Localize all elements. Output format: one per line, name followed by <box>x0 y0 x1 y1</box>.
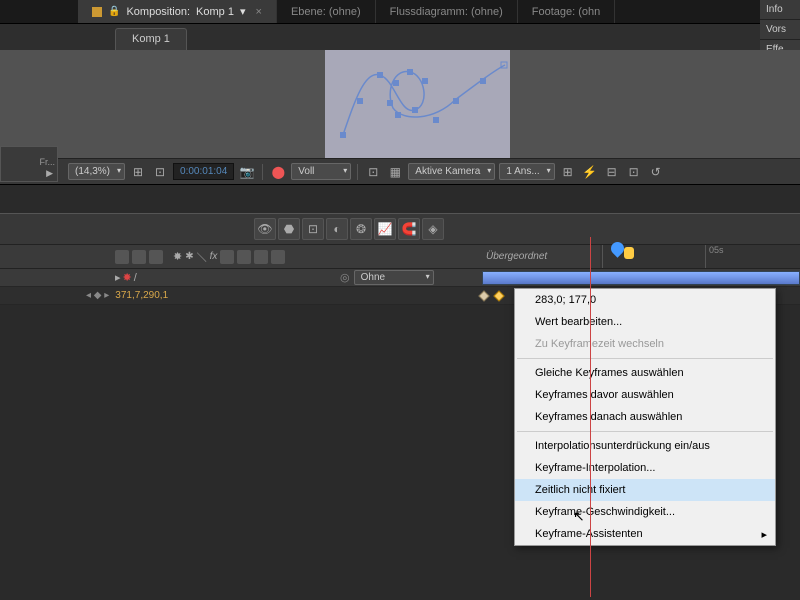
document-tabs: 🔒 Komposition: Komp 1 ▾ × Ebene: (ohne) … <box>0 0 800 24</box>
timeline-columns-header: ✸ ✱ ＼ fx Übergeordnet 05s 10s <box>0 245 800 269</box>
keyframe[interactable] <box>478 290 489 301</box>
parent-column-header: Übergeordnet <box>480 245 600 268</box>
flowchart-icon[interactable]: ⊡ <box>625 163 643 181</box>
tab-layer-label: Ebene: (ohne) <box>291 6 361 18</box>
ctx-keyframe-interpolation[interactable]: Keyframe-Interpolation... <box>515 457 775 479</box>
graph-icon[interactable]: 📈 <box>374 218 396 240</box>
ctx-keyframe-velocity[interactable]: Keyframe-Geschwindigkeit... <box>515 501 775 523</box>
layer-bar[interactable] <box>482 271 800 285</box>
viewer-canvas[interactable] <box>325 50 510 158</box>
layer-row[interactable]: ▸ ✸ / ◎ Ohne <box>0 269 800 287</box>
lock-icon: 🔒 <box>108 6 120 17</box>
camera-dropdown[interactable]: Aktive Kamera <box>408 163 495 180</box>
lock-icon[interactable] <box>149 250 163 264</box>
comp-tab-active[interactable]: Komp 1 <box>115 28 187 50</box>
tick-label: 05s <box>709 245 724 255</box>
panel-info[interactable]: Info <box>760 0 800 20</box>
comp-tab-row: Komp 1 <box>0 24 800 50</box>
tab-comp-prefix: Komposition: <box>126 6 190 18</box>
parent-dropdown[interactable]: Ohne <box>354 270 434 285</box>
tab-comp-name: Komp 1 <box>196 6 234 18</box>
switches-header: ✸ ✱ ＼ fx <box>0 245 480 268</box>
resolution-icon[interactable]: ⊞ <box>129 163 147 181</box>
ctx-edit-value[interactable]: Wert bearbeiten... <box>515 311 775 333</box>
av-icon[interactable] <box>115 250 129 264</box>
transparency-icon[interactable]: ▦ <box>386 163 404 181</box>
shy-icon[interactable]: 👁 <box>254 218 276 240</box>
tab-footage-label: Footage: (ohn <box>532 6 601 18</box>
switch-icon[interactable] <box>271 250 285 264</box>
position-value[interactable]: 371,7,290,1 <box>111 290 168 301</box>
timeline-toolbar: 👁 ⬣ ⊡ ◐ ❂ 📈 🧲 ◈ <box>0 213 800 245</box>
timeline-icon[interactable]: ⊟ <box>603 163 621 181</box>
pickwhip-icon[interactable]: ◎ <box>340 271 350 284</box>
fast-preview-icon[interactable]: ⚡ <box>581 163 599 181</box>
frame-blend-icon[interactable]: ⊡ <box>302 218 324 240</box>
current-time-indicator-line[interactable] <box>590 237 591 597</box>
ctx-keyframe-value: 283,0; 177,0 <box>515 289 775 311</box>
tab-layer[interactable]: Ebene: (ohne) <box>277 0 376 23</box>
keyframe[interactable] <box>493 290 504 301</box>
composition-viewer[interactable]: (14,3%) ⊞ ⊡ 0:00:01:04 📷 ⬤ Voll ⊡ ▦ Akti… <box>0 50 800 185</box>
ctx-toggle-hold[interactable]: Interpolationsunterdrückung ein/aus <box>515 435 775 457</box>
dropdown-icon[interactable]: ▾ <box>240 5 246 18</box>
keyframe-context-menu: 283,0; 177,0 Wert bearbeiten... Zu Keyfr… <box>514 288 776 546</box>
switch-icon[interactable] <box>220 250 234 264</box>
snap-icon[interactable]: 🧲 <box>398 218 420 240</box>
ctx-select-equal-keyframes[interactable]: Gleiche Keyframes auswählen <box>515 362 775 384</box>
motion-path <box>325 50 510 158</box>
switch-icon[interactable] <box>237 250 251 264</box>
switch-icon[interactable] <box>254 250 268 264</box>
ctx-rove-across-time[interactable]: Zeitlich nicht fixiert <box>515 479 775 501</box>
ctx-goto-keyframe-time: Zu Keyframezeit wechseln <box>515 333 775 355</box>
snapshot-icon[interactable]: 📷 <box>238 163 256 181</box>
reset-exposure-icon[interactable]: ↺ <box>647 163 665 181</box>
tab-composition[interactable]: 🔒 Komposition: Komp 1 ▾ × <box>78 0 277 23</box>
motion-blur-icon[interactable]: ◐ <box>326 218 348 240</box>
pixel-aspect-icon[interactable]: ⊞ <box>559 163 577 181</box>
cube-icon[interactable]: ⬣ <box>278 218 300 240</box>
zoom-dropdown[interactable]: (14,3%) <box>68 163 125 180</box>
tab-flowchart-label: Flussdiagramm: (ohne) <box>390 6 503 18</box>
frame-label: Fr... <box>40 157 56 167</box>
tab-flowchart[interactable]: Flussdiagramm: (ohne) <box>376 0 518 23</box>
channel-icon[interactable]: ⬤ <box>269 163 287 181</box>
solo-icon[interactable] <box>132 250 146 264</box>
work-area-marker[interactable] <box>624 247 634 259</box>
square-icon <box>92 7 102 17</box>
ctx-select-previous-keyframes[interactable]: Keyframes davor auswählen <box>515 384 775 406</box>
auto-kf-icon[interactable]: ◈ <box>422 218 444 240</box>
tab-footage[interactable]: Footage: (ohn <box>518 0 616 23</box>
close-icon[interactable]: × <box>256 6 262 18</box>
views-dropdown[interactable]: 1 Ans... <box>499 163 554 180</box>
play-icon[interactable]: ▶ <box>46 168 53 179</box>
ruler-icon[interactable]: ⊡ <box>151 163 169 181</box>
left-panel-stub: Fr... ▶ <box>0 146 58 182</box>
exposure-icon[interactable]: ⊡ <box>364 163 382 181</box>
brain-icon[interactable]: ❂ <box>350 218 372 240</box>
viewer-toolbar: (14,3%) ⊞ ⊡ 0:00:01:04 📷 ⬤ Voll ⊡ ▦ Akti… <box>0 158 800 184</box>
time-ruler[interactable]: 05s 10s <box>600 245 800 268</box>
panel-preview[interactable]: Vors <box>760 20 800 40</box>
current-time[interactable]: 0:00:01:04 <box>173 163 234 180</box>
keyframe-navigator[interactable]: ◂ ◆ ▸ <box>86 290 109 301</box>
channels-dropdown[interactable]: Voll <box>291 163 351 180</box>
ctx-keyframe-assistant[interactable]: Keyframe-Assistenten <box>515 523 775 545</box>
ctx-select-following-keyframes[interactable]: Keyframes danach auswählen <box>515 406 775 428</box>
